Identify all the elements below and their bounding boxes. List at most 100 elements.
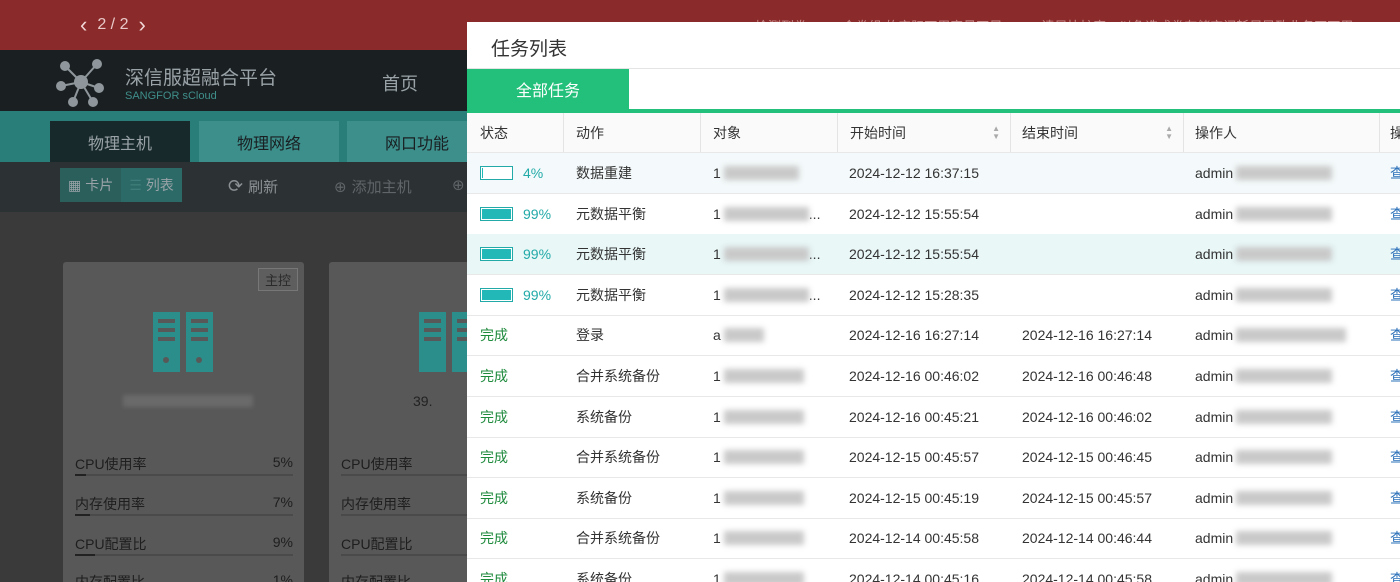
subtab-physical-network[interactable]: 物理网络 bbox=[199, 121, 339, 162]
cell-end-time: 2024-12-15 00:46:45 bbox=[1022, 449, 1152, 466]
view-link[interactable]: 查 bbox=[1390, 569, 1400, 582]
cell-action: 元数据平衡 bbox=[576, 286, 646, 303]
table-row[interactable]: 99% 元数据平衡 1... 2024-12-12 15:55:54 admin 查 bbox=[467, 234, 1400, 276]
cell-operator: admin bbox=[1184, 234, 1380, 274]
cell-status: 4% bbox=[467, 153, 564, 193]
progress-percent: 99% bbox=[523, 246, 552, 263]
cell-start-time: 2024-12-15 00:45:19 bbox=[849, 489, 979, 506]
view-toggle: ▦ 卡片 ☰ 列表 bbox=[60, 168, 182, 202]
redacted-object bbox=[723, 531, 804, 546]
view-link[interactable]: 查 bbox=[1390, 244, 1400, 264]
view-link[interactable]: 查 bbox=[1390, 285, 1400, 305]
chevron-left-icon[interactable]: ‹ bbox=[80, 12, 87, 38]
cell-operator: admin bbox=[1184, 478, 1380, 518]
status-done: 完成 bbox=[480, 530, 508, 547]
table-row[interactable]: 完成 合并系统备份 1 2024-12-15 00:45:57 2024-12-15 0… bbox=[467, 437, 1400, 479]
redacted-operator bbox=[1236, 490, 1333, 505]
col-status: 状态 bbox=[467, 113, 564, 152]
table-row[interactable]: 完成 系统备份 1 2024-12-14 00:45:16 2024-12-14 00:… bbox=[467, 559, 1400, 582]
progress-bar bbox=[480, 287, 513, 302]
table-row[interactable]: 完成 系统备份 1 2024-12-15 00:45:19 2024-12-15 00:… bbox=[467, 478, 1400, 519]
subtab-port-function[interactable]: 网口功能 bbox=[347, 121, 487, 162]
cell-end-time: 2024-12-15 00:45:57 bbox=[1022, 489, 1152, 506]
subtab-physical-host[interactable]: 物理主机 bbox=[50, 121, 190, 162]
view-link[interactable]: 查 bbox=[1390, 528, 1400, 548]
add-host-button[interactable]: ⊕ 添加主机 bbox=[334, 176, 412, 197]
status-done: 完成 bbox=[480, 571, 508, 582]
cell-object: 1 bbox=[701, 153, 838, 193]
view-link[interactable]: 查 bbox=[1390, 325, 1400, 345]
cell-object: 1 bbox=[701, 518, 838, 558]
redacted-operator bbox=[1236, 247, 1333, 262]
status-done: 完成 bbox=[480, 449, 508, 466]
cell-status: 99% bbox=[467, 194, 564, 234]
view-link[interactable]: 查 bbox=[1390, 488, 1400, 508]
list-icon: ☰ bbox=[129, 176, 142, 193]
view-link[interactable]: 查 bbox=[1390, 366, 1400, 386]
cell-status: 99% bbox=[467, 234, 564, 274]
status-done: 完成 bbox=[480, 327, 508, 344]
cell-operator: admin bbox=[1184, 153, 1380, 193]
cell-end-time bbox=[1011, 153, 1184, 193]
cell-object: a bbox=[701, 315, 838, 355]
view-link[interactable]: 查 bbox=[1390, 447, 1400, 467]
cell-status: 完成 bbox=[467, 397, 564, 437]
redacted-object bbox=[723, 572, 804, 582]
table-row[interactable]: 完成 合并系统备份 1 2024-12-16 00:46:02 2024-12-16 0… bbox=[467, 356, 1400, 397]
more-toolbar-icon[interactable]: ⊕ bbox=[452, 176, 465, 194]
chevron-right-icon[interactable]: › bbox=[138, 12, 145, 38]
nav-home[interactable]: 首页 bbox=[382, 70, 418, 96]
cell-operator: admin bbox=[1184, 518, 1380, 558]
col-end-time[interactable]: 结束时间 ▲ ▼ bbox=[1011, 113, 1184, 152]
cell-status: 完成 bbox=[467, 437, 564, 477]
cell-end-time: 2024-12-16 00:46:48 bbox=[1022, 368, 1152, 384]
tab-all-tasks[interactable]: 全部任务 bbox=[467, 69, 629, 109]
redacted-operator bbox=[1236, 409, 1333, 424]
cell-action: 合并系统备份 bbox=[576, 449, 660, 466]
cell-end-time: 2024-12-14 00:46:44 bbox=[1022, 530, 1152, 547]
progress-bar bbox=[480, 247, 513, 262]
cell-action: 合并系统备份 bbox=[576, 530, 660, 547]
cell-status: 完成 bbox=[467, 518, 564, 558]
cell-operator: admin bbox=[1184, 397, 1380, 437]
cell-action: 合并系统备份 bbox=[576, 368, 660, 384]
view-link[interactable]: 查 bbox=[1390, 407, 1400, 427]
host-card[interactable]: 主控 CPU使用率 5% 内存使用率 7% CPU配置比 9% 内存配置比 1% bbox=[63, 262, 304, 582]
table-row[interactable]: 完成 系统备份 1 2024-12-16 00:45:21 2024-12-16 00:… bbox=[467, 397, 1400, 438]
cell-operator: admin bbox=[1184, 356, 1380, 396]
table-row[interactable]: 完成 合并系统备份 1 2024-12-14 00:45:58 2024-12-14 0… bbox=[467, 518, 1400, 560]
table-row[interactable]: 99% 元数据平衡 1... 2024-12-12 15:28:35 admin 查 bbox=[467, 275, 1400, 316]
redacted-object bbox=[723, 450, 804, 465]
cell-end-time bbox=[1011, 234, 1184, 274]
table-row[interactable]: 完成 登录 a 2024-12-16 16:27:14 2024-12-16 16:27… bbox=[467, 315, 1400, 357]
refresh-button[interactable]: ⟳ 刷新 bbox=[228, 176, 278, 197]
card-view-button[interactable]: ▦ 卡片 bbox=[60, 168, 122, 202]
cell-operation: 查 bbox=[1380, 275, 1400, 315]
redacted-object bbox=[723, 166, 799, 180]
cell-object: 1 bbox=[701, 478, 838, 518]
redacted-object bbox=[723, 287, 809, 302]
cell-operator: admin bbox=[1184, 559, 1380, 582]
redacted-operator bbox=[1236, 206, 1333, 221]
cell-action: 元数据平衡 bbox=[576, 246, 646, 263]
sort-icon[interactable]: ▲ ▼ bbox=[1165, 124, 1173, 141]
table-row[interactable]: 4% 数据重建 1 2024-12-12 16:37:15 admin 查 bbox=[467, 153, 1400, 194]
sort-icon[interactable]: ▲ ▼ bbox=[992, 124, 1000, 141]
col-start-time[interactable]: 开始时间 ▲ ▼ bbox=[838, 113, 1011, 152]
cell-operation: 查 bbox=[1380, 315, 1400, 355]
redacted-operator bbox=[1236, 450, 1333, 465]
list-view-button[interactable]: ☰ 列表 bbox=[121, 168, 182, 202]
logo-subtitle: SANGFOR sCloud bbox=[125, 90, 217, 102]
cell-object: 1 bbox=[701, 559, 838, 582]
view-link[interactable]: 查 bbox=[1390, 204, 1400, 224]
cell-object: 1... bbox=[713, 246, 821, 263]
progress-bar bbox=[480, 166, 513, 180]
cell-start-time: 2024-12-15 00:45:57 bbox=[849, 449, 979, 466]
table-row[interactable]: 99% 元数据平衡 1... 2024-12-12 15:55:54 admin 查 bbox=[467, 194, 1400, 235]
status-done: 完成 bbox=[480, 408, 508, 425]
metric-cpu-usage: CPU使用率 5% bbox=[75, 454, 293, 476]
cell-action: 系统备份 bbox=[576, 408, 632, 425]
view-link[interactable]: 查 bbox=[1390, 163, 1400, 183]
cell-object: 1 bbox=[701, 437, 838, 477]
cell-start-time: 2024-12-12 16:37:15 bbox=[849, 165, 979, 181]
